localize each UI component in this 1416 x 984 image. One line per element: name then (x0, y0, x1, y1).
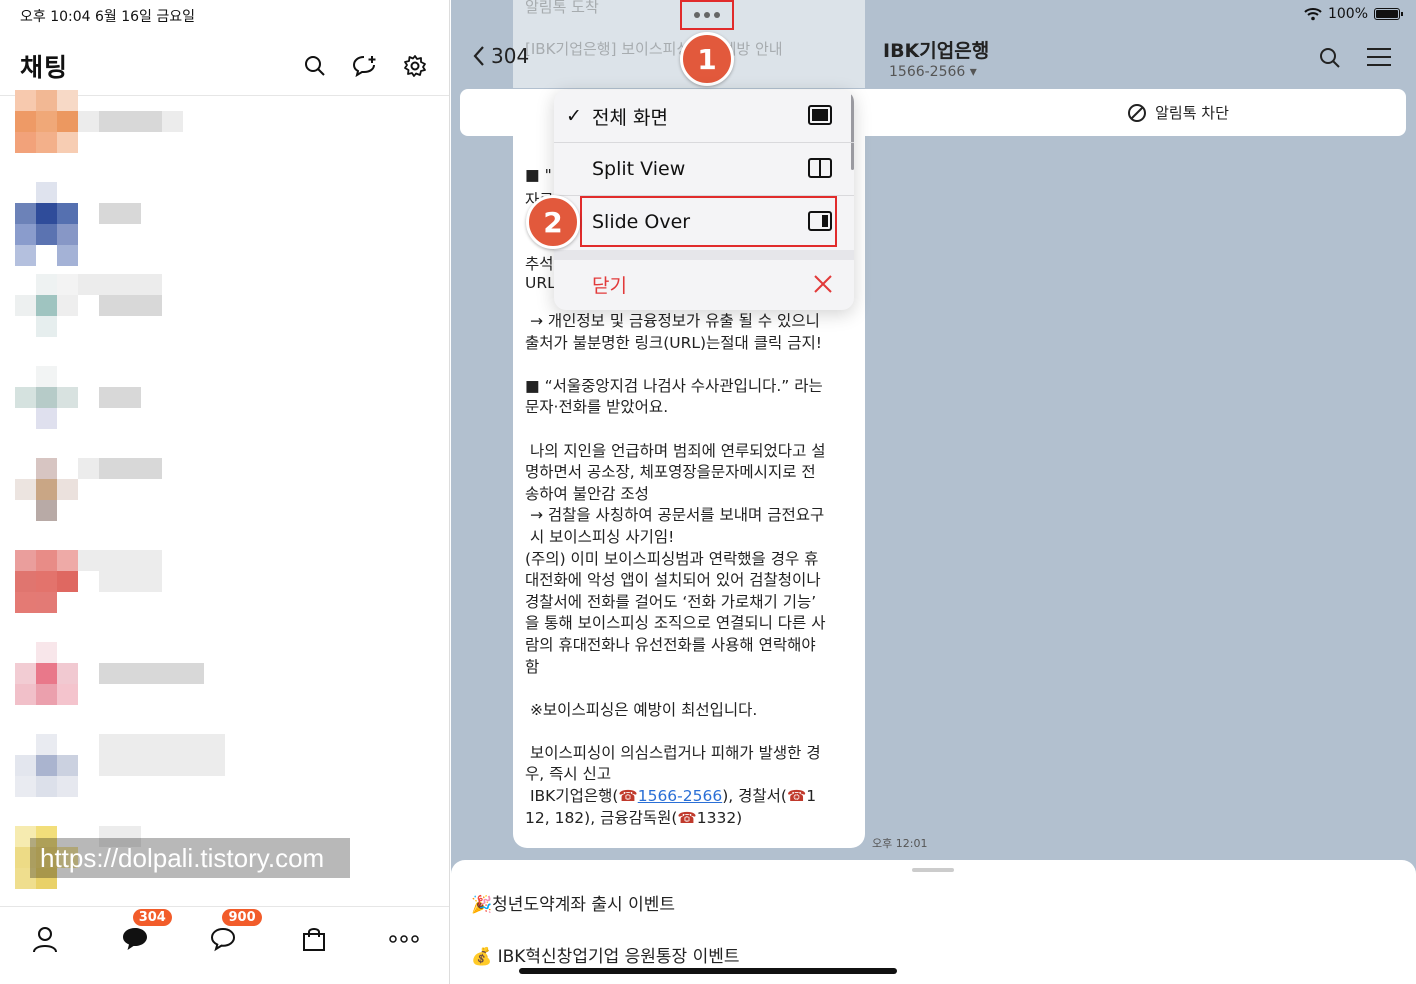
battery-percent: 100% (1327, 6, 1368, 22)
page-title: 채팅 (20, 53, 69, 82)
faded-header-text: 알림톡 도착 (525, 0, 599, 16)
tab-chats[interactable]: 304 (115, 908, 172, 959)
menu-item-label: 전체 화면 (592, 106, 668, 129)
more-dots-icon (389, 934, 419, 943)
sheet-menu-item[interactable]: 🎉청년도약계좌 출시 이벤트 (471, 890, 675, 915)
tab-friends[interactable] (25, 919, 65, 959)
avatar (15, 90, 78, 174)
full-screen-icon (808, 105, 832, 125)
chats-badge: 304 (132, 908, 172, 926)
room-actions (1318, 46, 1392, 70)
room-title: IBK기업은행 (883, 40, 990, 62)
settings-gear-icon[interactable] (401, 52, 429, 80)
person-icon (32, 926, 57, 952)
battery-icon (1374, 8, 1403, 20)
phone-icon: ☎ (618, 787, 638, 806)
wifi-icon (1304, 8, 1322, 21)
chat-list-item[interactable] (15, 734, 350, 826)
blurred-name (99, 111, 162, 132)
phone-icon: ☎ (677, 808, 697, 827)
bubble-fragment: URL (525, 274, 556, 292)
avatar (15, 458, 78, 542)
chat-list-item[interactable] (15, 458, 350, 550)
shopping-bag-icon (303, 927, 326, 951)
block-label: 알림톡 차단 (1155, 104, 1229, 122)
blurred-name (78, 274, 162, 295)
header-actions (301, 52, 429, 80)
phone-link[interactable]: 1566-2566 (638, 787, 723, 805)
dot (714, 12, 720, 18)
chat-list-item[interactable] (15, 642, 350, 734)
chevron-left-icon (473, 46, 484, 66)
chat-list-pane: 오후 10:04 6월 16일 금요일 채팅 https://dolpali.t… (0, 0, 450, 984)
bubble-fragment: 추석 (525, 255, 554, 273)
menu-icon[interactable] (1366, 46, 1392, 68)
chat-list-item[interactable] (15, 274, 350, 366)
blurred-name (78, 550, 162, 571)
chat-list-item[interactable] (15, 182, 350, 274)
message-time: 오후 12:01 (872, 837, 928, 850)
status-time-date: 오후 10:04 6월 16일 금요일 (20, 9, 196, 25)
sheet-handle[interactable] (912, 868, 954, 872)
bottom-menu-sheet: 🎉청년도약계좌 출시 이벤트 💰 IBK혁신창업기업 응원통장 이벤트 (451, 860, 1416, 984)
blurred-name (99, 755, 225, 776)
avatar (15, 550, 78, 634)
step-marker-2: 2 (526, 195, 580, 249)
blurred-name (99, 458, 162, 479)
new-chat-icon[interactable] (351, 52, 379, 80)
blurred-name (99, 571, 162, 592)
slide-over-highlight (580, 196, 837, 247)
menu-item-full-screen[interactable]: ✓ 전체 화면 (554, 90, 854, 142)
tab-more[interactable] (384, 919, 424, 959)
step-marker-1: 1 (680, 32, 734, 86)
block-icon (1128, 103, 1147, 122)
avatar (15, 366, 78, 450)
chat-room-pane: 알림톡 도착 [IBK기업은행] 보이스피싱 피해예방 안내 100% 304 … (451, 0, 1416, 984)
status-battery: 100% (1304, 6, 1403, 22)
chat-list-item[interactable] (15, 366, 350, 458)
back-button[interactable]: 304 (473, 44, 529, 68)
home-indicator (519, 968, 897, 974)
multitasking-button[interactable] (680, 0, 734, 30)
checkmark-icon: ✓ (566, 105, 582, 127)
bubble-fragment: ■ " (525, 166, 552, 184)
blurred-name (99, 387, 141, 408)
chat-list-item[interactable] (15, 90, 350, 182)
chat-bubble-icon (122, 927, 147, 950)
avatar (15, 274, 78, 358)
tab-open-chats[interactable]: 900 (204, 908, 262, 959)
menu-item-label: Split View (592, 158, 686, 180)
avatar (15, 182, 78, 266)
split-view-icon (808, 158, 832, 178)
message-body: → 개인정보 및 금융정보가 유출 될 수 있으니 출처가 불분명한 링크(UR… (525, 312, 826, 827)
blurred-name (99, 663, 204, 684)
phone-icon: ☎ (786, 787, 807, 806)
blurred-name (99, 203, 141, 224)
dot (704, 12, 710, 18)
chat-list-item[interactable] (15, 550, 350, 642)
tab-shopping[interactable] (294, 919, 334, 959)
bottom-tab-bar: 304 900 (0, 906, 449, 984)
menu-item-close[interactable]: 닫기 (554, 258, 854, 310)
close-x-icon (814, 275, 832, 293)
search-icon[interactable] (1318, 46, 1342, 70)
dot (694, 12, 700, 18)
blurred-name (99, 295, 162, 316)
menu-item-label: 닫기 (592, 274, 627, 297)
blurred-name (99, 734, 225, 755)
back-count: 304 (491, 44, 530, 68)
avatar (15, 642, 78, 726)
watermark: https://dolpali.tistory.com (30, 838, 350, 878)
open-chat-icon (211, 927, 236, 951)
open-chats-badge: 900 (222, 908, 262, 926)
sheet-menu-item[interactable]: 💰 IBK혁신창업기업 응원통장 이벤트 (471, 942, 740, 967)
menu-item-split-view[interactable]: Split View (554, 143, 854, 195)
search-icon[interactable] (301, 52, 329, 80)
room-phone[interactable]: 1566-2566 ▾ (889, 64, 977, 80)
faded-message-title: [IBK기업은행] 보이스피싱 피해예방 안내 (525, 40, 783, 58)
avatar (15, 734, 78, 818)
